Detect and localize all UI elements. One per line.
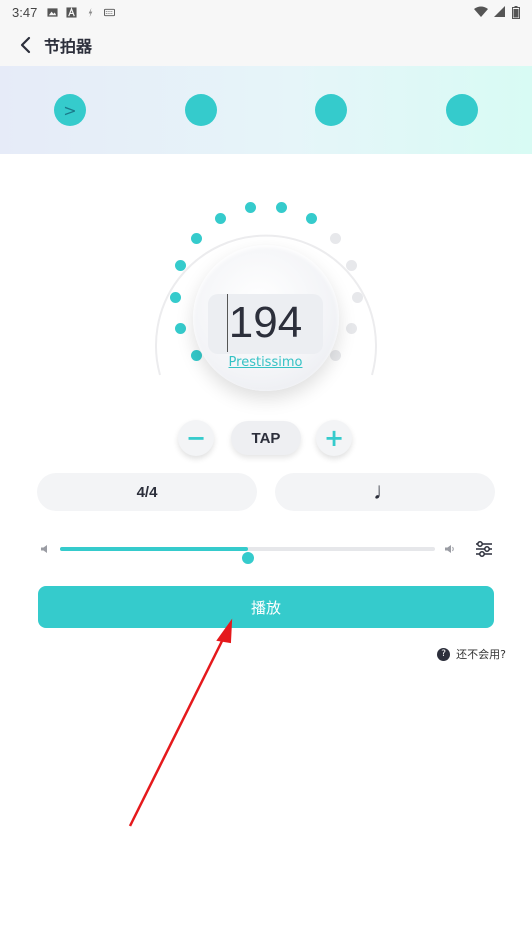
annotation-arrow <box>128 618 233 827</box>
